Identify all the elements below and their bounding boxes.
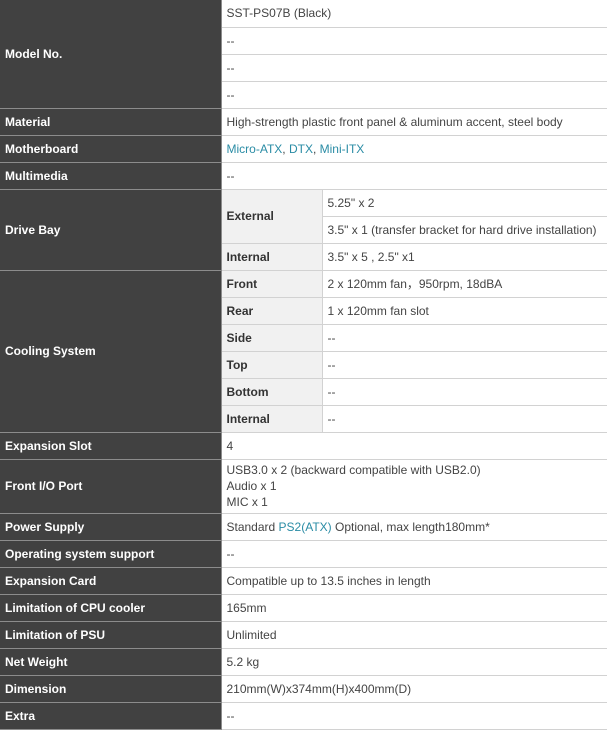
table-row: Expansion Card Compatible up to 13.5 inc… — [0, 567, 607, 595]
expansion-card-label: Expansion Card — [0, 567, 222, 595]
expansion-slot-value: 4 — [221, 432, 607, 460]
model-value: -- — [221, 81, 607, 109]
table-row: Power Supply Standard PS2(ATX) Optional,… — [0, 513, 607, 541]
table-row: Cooling System Front 2 x 120mm fan，950rp… — [0, 270, 607, 433]
os-support-label: Operating system support — [0, 540, 222, 568]
table-row: Drive Bay External 5.25" x 2 — [0, 189, 607, 271]
psu-limit-value: Unlimited — [221, 621, 607, 649]
cpu-cooler-value: 165mm — [221, 594, 607, 622]
power-supply-suffix: Optional, max length180mm* — [331, 519, 490, 534]
cooling-side-label: Side — [221, 324, 323, 352]
cooling-front-label: Front — [221, 270, 323, 298]
table-row: Limitation of CPU cooler 165mm — [0, 594, 607, 622]
drive-bay-internal-label: Internal — [221, 243, 323, 271]
table-row: Multimedia -- — [0, 162, 607, 190]
separator: , — [312, 141, 320, 156]
cooling-bottom-label: Bottom — [221, 378, 323, 406]
cooling-bottom-value: -- — [322, 378, 607, 406]
table-row: Expansion Slot 4 — [0, 432, 607, 460]
model-value: SST-PS07B (Black) — [221, 0, 607, 28]
micro-atx-link[interactable]: Micro-ATX — [227, 142, 283, 156]
expansion-slot-label: Expansion Slot — [0, 432, 222, 460]
os-support-value: -- — [221, 540, 607, 568]
cooling-rear-label: Rear — [221, 297, 323, 325]
table-row: Material High-strength plastic front pan… — [0, 108, 607, 136]
ps2-atx-link[interactable]: PS2(ATX) — [279, 520, 332, 534]
multimedia-value: -- — [221, 162, 607, 190]
expansion-card-value: Compatible up to 13.5 inches in length — [221, 567, 607, 595]
cpu-cooler-label: Limitation of CPU cooler — [0, 594, 222, 622]
model-label: Model No. — [0, 0, 222, 109]
table-row: Model No. SST-PS07B (Black) — [0, 0, 607, 109]
model-value: -- — [221, 54, 607, 82]
drive-bay-external-label: External — [221, 189, 323, 244]
drive-bay-internal-value: 3.5" x 5 , 2.5" x1 — [322, 243, 607, 271]
power-supply-value: Standard PS2(ATX) Optional, max length18… — [221, 513, 607, 541]
power-supply-prefix: Standard — [226, 519, 279, 534]
cooling-top-value: -- — [322, 351, 607, 379]
table-row: Front I/O Port USB3.0 x 2 (backward comp… — [0, 459, 607, 514]
drive-bay-external-value: 5.25" x 2 — [322, 189, 607, 217]
front-io-line: MIC x 1 — [226, 495, 268, 509]
table-row: Motherboard Micro-ATX, DTX, Mini-ITX — [0, 135, 607, 163]
cooling-rear-value: 1 x 120mm fan slot — [322, 297, 607, 325]
multimedia-label: Multimedia — [0, 162, 222, 190]
cooling-internal-label: Internal — [221, 405, 323, 433]
material-value: High-strength plastic front panel & alum… — [221, 108, 607, 136]
table-row: Extra -- — [0, 702, 607, 730]
separator: , — [282, 141, 289, 156]
extra-value: -- — [221, 702, 607, 730]
dimension-label: Dimension — [0, 675, 222, 703]
extra-label: Extra — [0, 702, 222, 730]
cooling-side-value: -- — [322, 324, 607, 352]
net-weight-label: Net Weight — [0, 648, 222, 676]
net-weight-value: 5.2 kg — [221, 648, 607, 676]
cooling-system-label: Cooling System — [0, 270, 222, 433]
material-label: Material — [0, 108, 222, 136]
motherboard-label: Motherboard — [0, 135, 222, 163]
mini-itx-link[interactable]: Mini-ITX — [320, 142, 365, 156]
front-io-line: Audio x 1 — [226, 479, 277, 493]
cooling-front-value: 2 x 120mm fan，950rpm, 18dBA — [322, 270, 607, 298]
table-row: Dimension 210mm(W)x374mm(H)x400mm(D) — [0, 675, 607, 703]
dimension-value: 210mm(W)x374mm(H)x400mm(D) — [221, 675, 607, 703]
front-io-line: USB3.0 x 2 (backward compatible with USB… — [226, 463, 481, 477]
model-value: -- — [221, 27, 607, 55]
front-io-value: USB3.0 x 2 (backward compatible with USB… — [221, 459, 607, 514]
table-row: Operating system support -- — [0, 540, 607, 568]
cooling-top-label: Top — [221, 351, 323, 379]
motherboard-value: Micro-ATX, DTX, Mini-ITX — [221, 135, 607, 163]
front-io-label: Front I/O Port — [0, 459, 222, 514]
power-supply-label: Power Supply — [0, 513, 222, 541]
psu-limit-label: Limitation of PSU — [0, 621, 222, 649]
cooling-internal-value: -- — [322, 405, 607, 433]
table-row: Limitation of PSU Unlimited — [0, 621, 607, 649]
dtx-link[interactable]: DTX — [289, 142, 313, 156]
drive-bay-label: Drive Bay — [0, 189, 222, 271]
drive-bay-external-value: 3.5" x 1 (transfer bracket for hard driv… — [322, 216, 607, 244]
spec-table: Model No. SST-PS07B (Black) -- -- -- Mat… — [0, 0, 607, 730]
table-row: Net Weight 5.2 kg — [0, 648, 607, 676]
